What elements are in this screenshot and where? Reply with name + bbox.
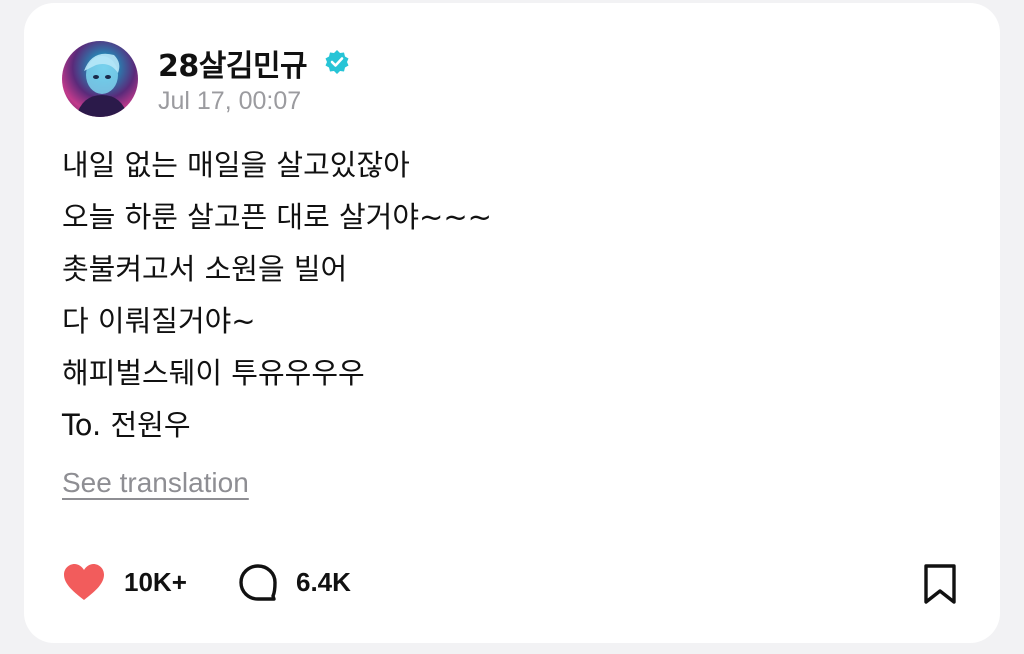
comment-count: 6.4K — [296, 567, 351, 597]
profile-photo-icon — [76, 53, 128, 117]
post-body-line: 다 이뤄질거야~ — [62, 304, 256, 338]
bookmark-icon[interactable] — [920, 563, 960, 605]
post-body-line: To. 전원우 — [62, 408, 191, 442]
avatar[interactable] — [62, 41, 138, 117]
post-timestamp: Jul 17, 00:07 — [158, 87, 302, 115]
post-card: 28살김민규 Jul 17, 00:07 내일 없는 매일을 살고있잖아 오늘 … — [24, 3, 1000, 643]
see-translation-link[interactable]: See translation — [62, 467, 249, 499]
comment-bubble-icon[interactable] — [238, 563, 278, 603]
post-body-line: 내일 없는 매일을 살고있잖아 — [62, 148, 410, 182]
username[interactable]: 28살김민규 — [158, 41, 308, 85]
post-actions-bar: 10K+ 6.4K — [62, 559, 962, 607]
like-count: 10K+ — [124, 567, 187, 597]
post-body-line: 촛불켜고서 소원을 빌어 — [62, 252, 348, 286]
post-body-line: 해피벌스뒈이 투유우우우 — [62, 356, 365, 390]
post-body-line: 오늘 하룬 살고픈 대로 살거야~~~ — [62, 200, 492, 234]
post-body: 내일 없는 매일을 살고있잖아 오늘 하룬 살고픈 대로 살거야~~~ 촛불켜고… — [62, 139, 962, 451]
verified-badge-icon — [325, 50, 349, 74]
heart-filled-icon[interactable] — [62, 561, 106, 605]
